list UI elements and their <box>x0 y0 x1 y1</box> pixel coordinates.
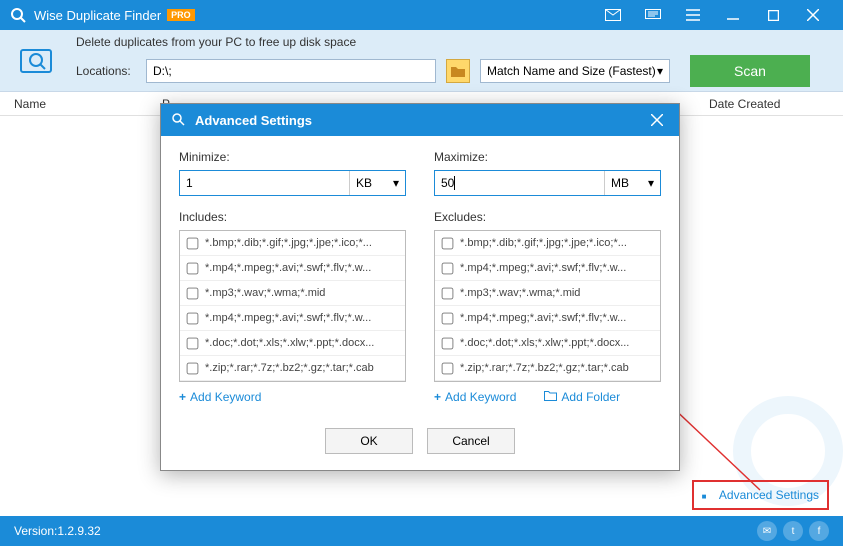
file-pattern-item[interactable]: *.zip;*.rar;*.7z;*.bz2;*.gz;*.tar;*.cab <box>435 356 660 381</box>
maximize-input[interactable]: 50 <box>435 171 604 195</box>
chevron-down-icon: ▾ <box>393 176 399 190</box>
pattern-text: *.zip;*.rar;*.7z;*.bz2;*.gz;*.tar;*.cab <box>460 362 629 374</box>
add-keyword-excludes[interactable]: +Add Keyword <box>434 390 516 404</box>
titlebar: Wise Duplicate Finder PRO <box>0 0 843 30</box>
excludes-list[interactable]: *.bmp;*.dib;*.gif;*.jpg;*.jpe;*.ico;*...… <box>434 230 661 382</box>
version-text: Version:1.2.9.32 <box>14 524 101 538</box>
mail-icon[interactable] <box>593 0 633 30</box>
file-pattern-item[interactable]: *.bmp;*.dib;*.gif;*.jpg;*.jpe;*.ico;*... <box>180 231 405 256</box>
plus-icon: + <box>434 390 441 404</box>
col-name[interactable]: Name <box>14 97 162 111</box>
pattern-checkbox[interactable] <box>442 237 454 249</box>
pattern-checkbox[interactable] <box>187 237 199 249</box>
app-title: Wise Duplicate Finder <box>34 8 161 23</box>
file-pattern-item[interactable]: *.mp3;*.wav;*.wma;*.mid <box>180 281 405 306</box>
pattern-checkbox[interactable] <box>187 337 199 349</box>
cancel-button[interactable]: Cancel <box>427 428 515 454</box>
pattern-text: *.mp4;*.mpeg;*.avi;*.swf;*.flv;*.w... <box>460 312 626 324</box>
pattern-text: *.mp4;*.mpeg;*.avi;*.swf;*.flv;*.w... <box>205 262 371 274</box>
modal-logo-icon <box>171 112 187 128</box>
advanced-settings-highlight: ■ Advanced Settings <box>692 480 829 510</box>
plus-icon: + <box>179 390 186 404</box>
browse-folder-button[interactable] <box>446 59 470 83</box>
file-pattern-item[interactable]: *.bmp;*.dib;*.gif;*.jpg;*.jpe;*.ico;*... <box>435 231 660 256</box>
toolbar: Delete duplicates from your PC to free u… <box>0 30 843 92</box>
maximize-label: Maximize: <box>434 150 661 164</box>
chevron-down-icon: ▾ <box>648 176 654 190</box>
pattern-checkbox[interactable] <box>442 312 454 324</box>
advanced-settings-modal: Advanced Settings Minimize: KB▾ Maximize… <box>160 103 680 471</box>
hint-text: Delete duplicates from your PC to free u… <box>76 35 829 49</box>
add-folder-excludes[interactable]: Add Folder <box>544 390 620 404</box>
folder-icon <box>544 390 557 404</box>
file-pattern-item[interactable]: *.mp4;*.mpeg;*.avi;*.swf;*.flv;*.w... <box>180 306 405 331</box>
pattern-checkbox[interactable] <box>442 337 454 349</box>
minimize-unit-select[interactable]: KB▾ <box>349 171 405 195</box>
minimize-icon[interactable] <box>713 0 753 30</box>
pattern-checkbox[interactable] <box>442 362 454 374</box>
locations-label: Locations: <box>76 64 136 78</box>
close-icon[interactable] <box>793 0 833 30</box>
locations-input[interactable] <box>146 59 436 83</box>
file-pattern-item[interactable]: *.mp4;*.mpeg;*.avi;*.swf;*.flv;*.w... <box>180 256 405 281</box>
bullet-icon: ■ <box>702 492 707 501</box>
pattern-text: *.doc;*.dot;*.xls;*.xlw;*.ppt;*.docx... <box>205 337 374 349</box>
menu-icon[interactable] <box>673 0 713 30</box>
ok-button[interactable]: OK <box>325 428 413 454</box>
pattern-text: *.mp3;*.wav;*.wma;*.mid <box>205 287 325 299</box>
advanced-settings-link[interactable]: Advanced Settings <box>719 488 819 502</box>
minimize-label: Minimize: <box>179 150 406 164</box>
text-cursor <box>454 176 455 190</box>
modal-title: Advanced Settings <box>195 113 645 128</box>
file-pattern-item[interactable]: *.mp3;*.wav;*.wma;*.mid <box>435 281 660 306</box>
pattern-text: *.bmp;*.dib;*.gif;*.jpg;*.jpe;*.ico;*... <box>460 237 627 249</box>
watermark-icon <box>713 376 843 536</box>
pattern-checkbox[interactable] <box>442 262 454 274</box>
minimize-input-wrap: KB▾ <box>179 170 406 196</box>
pattern-text: *.zip;*.rar;*.7z;*.bz2;*.gz;*.tar;*.cab <box>205 362 374 374</box>
app-logo-icon <box>10 7 26 23</box>
pro-badge: PRO <box>167 9 195 21</box>
includes-list[interactable]: *.bmp;*.dib;*.gif;*.jpg;*.jpe;*.ico;*...… <box>179 230 406 382</box>
file-pattern-item[interactable]: *.mp4;*.mpeg;*.avi;*.swf;*.flv;*.w... <box>435 256 660 281</box>
pattern-checkbox[interactable] <box>187 362 199 374</box>
search-logo-icon <box>14 41 64 81</box>
match-mode-value: Match Name and Size (Fastest) <box>487 64 656 78</box>
maximize-input-wrap: 50 MB▾ <box>434 170 661 196</box>
file-pattern-item[interactable]: *.zip;*.rar;*.7z;*.bz2;*.gz;*.tar;*.cab <box>180 356 405 381</box>
modal-titlebar: Advanced Settings <box>161 104 679 136</box>
maximize-unit-select[interactable]: MB▾ <box>604 171 660 195</box>
chevron-down-icon: ▾ <box>657 64 663 78</box>
maximize-icon[interactable] <box>753 0 793 30</box>
excludes-label: Excludes: <box>434 210 661 224</box>
pattern-text: *.bmp;*.dib;*.gif;*.jpg;*.jpe;*.ico;*... <box>205 237 372 249</box>
pattern-text: *.doc;*.dot;*.xls;*.xlw;*.ppt;*.docx... <box>460 337 629 349</box>
pattern-text: *.mp4;*.mpeg;*.avi;*.swf;*.flv;*.w... <box>205 312 371 324</box>
includes-label: Includes: <box>179 210 406 224</box>
pattern-text: *.mp4;*.mpeg;*.avi;*.swf;*.flv;*.w... <box>460 262 626 274</box>
pattern-checkbox[interactable] <box>442 287 454 299</box>
col-date[interactable]: Date Created <box>709 97 829 111</box>
message-icon[interactable] <box>633 0 673 30</box>
file-pattern-item[interactable]: *.doc;*.dot;*.xls;*.xlw;*.ppt;*.docx... <box>180 331 405 356</box>
match-mode-select[interactable]: Match Name and Size (Fastest) ▾ <box>480 59 670 83</box>
pattern-text: *.mp3;*.wav;*.wma;*.mid <box>460 287 580 299</box>
file-pattern-item[interactable]: *.doc;*.dot;*.xls;*.xlw;*.ppt;*.docx... <box>435 331 660 356</box>
file-pattern-item[interactable]: *.mp4;*.mpeg;*.avi;*.swf;*.flv;*.w... <box>435 306 660 331</box>
add-keyword-includes[interactable]: +Add Keyword <box>179 390 261 404</box>
minimize-input[interactable] <box>180 171 349 195</box>
scan-button[interactable]: Scan <box>690 55 810 87</box>
modal-close-button[interactable] <box>645 108 669 132</box>
pattern-checkbox[interactable] <box>187 262 199 274</box>
pattern-checkbox[interactable] <box>187 312 199 324</box>
pattern-checkbox[interactable] <box>187 287 199 299</box>
